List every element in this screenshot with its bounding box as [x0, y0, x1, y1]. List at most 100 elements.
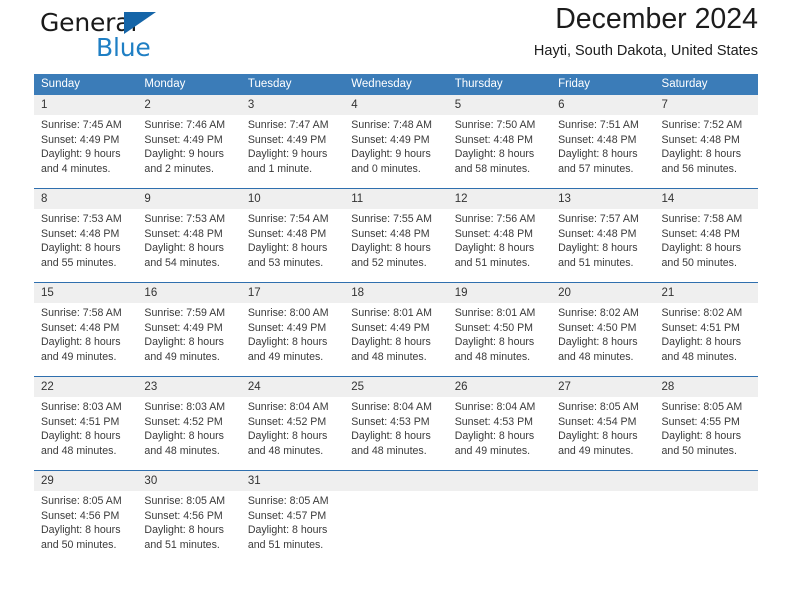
sunrise-text: Sunrise: 8:00 AM	[247, 307, 329, 319]
weekday-header-monday: Monday	[137, 74, 241, 95]
day-details: Sunrise: 7:53 AM Sunset: 4:48 PM Dayligh…	[137, 209, 241, 282]
day-number: 14	[654, 189, 758, 209]
day-cell[interactable]: 1 Sunrise: 7:45 AM Sunset: 4:49 PM Dayli…	[34, 95, 138, 189]
day-cell[interactable]: 22 Sunrise: 8:03 AM Sunset: 4:51 PM Dayl…	[34, 376, 138, 471]
day-number: 11	[344, 189, 448, 209]
sunrise-text: Sunrise: 8:03 AM	[144, 401, 226, 413]
day-number: 28	[654, 377, 758, 397]
sunset-text: Sunset: 4:48 PM	[558, 227, 637, 240]
sunset-text: Sunset: 4:48 PM	[41, 321, 120, 334]
day-cell[interactable]: 18 Sunrise: 8:01 AM Sunset: 4:49 PM Dayl…	[344, 282, 448, 377]
day-number: 21	[654, 283, 758, 303]
day-details: Sunrise: 8:04 AM Sunset: 4:52 PM Dayligh…	[240, 397, 345, 470]
day-cell[interactable]: 30 Sunrise: 8:05 AM Sunset: 4:56 PM Dayl…	[137, 470, 241, 564]
sunset-text: Sunset: 4:49 PM	[247, 321, 327, 334]
daylight-text-line1: Daylight: 8 hours	[144, 524, 224, 537]
day-details: Sunrise: 7:57 AM Sunset: 4:48 PM Dayligh…	[551, 209, 655, 282]
day-details	[654, 491, 758, 564]
day-cell[interactable]: 27 Sunrise: 8:05 AM Sunset: 4:54 PM Dayl…	[551, 376, 655, 471]
sunset-text: Sunset: 4:54 PM	[558, 415, 637, 428]
sunset-text: Sunset: 4:55 PM	[661, 415, 740, 428]
day-cell[interactable]: 16 Sunrise: 7:59 AM Sunset: 4:49 PM Dayl…	[137, 282, 241, 377]
day-number: 3	[240, 95, 345, 115]
sunset-text: Sunset: 4:48 PM	[661, 227, 740, 240]
day-details: Sunrise: 7:55 AM Sunset: 4:48 PM Dayligh…	[344, 209, 448, 282]
day-cell[interactable]: 13 Sunrise: 7:57 AM Sunset: 4:48 PM Dayl…	[551, 188, 655, 283]
daylight-text-line1: Daylight: 8 hours	[661, 242, 742, 255]
day-cell[interactable]: 2 Sunrise: 7:46 AM Sunset: 4:49 PM Dayli…	[137, 95, 241, 189]
day-cell[interactable]: 12 Sunrise: 7:56 AM Sunset: 4:48 PM Dayl…	[447, 188, 552, 283]
day-cell[interactable]: 24 Sunrise: 8:04 AM Sunset: 4:52 PM Dayl…	[240, 376, 345, 471]
day-number	[344, 471, 448, 491]
daylight-text-line1: Daylight: 8 hours	[351, 336, 431, 349]
day-cell[interactable]: 5 Sunrise: 7:50 AM Sunset: 4:48 PM Dayli…	[447, 95, 552, 189]
day-details: Sunrise: 8:03 AM Sunset: 4:51 PM Dayligh…	[34, 397, 138, 470]
sunrise-text: Sunrise: 8:02 AM	[661, 307, 743, 319]
day-details: Sunrise: 8:05 AM Sunset: 4:56 PM Dayligh…	[34, 491, 138, 564]
sunset-text: Sunset: 4:53 PM	[351, 415, 430, 428]
day-details: Sunrise: 7:47 AM Sunset: 4:49 PM Dayligh…	[240, 115, 345, 188]
daylight-text-line1: Daylight: 8 hours	[454, 242, 535, 255]
day-cell[interactable]: 15 Sunrise: 7:58 AM Sunset: 4:48 PM Dayl…	[34, 282, 138, 377]
daylight-text-line1: Daylight: 8 hours	[558, 148, 638, 161]
daylight-text-line1: Daylight: 8 hours	[144, 242, 224, 255]
sunrise-text: Sunrise: 8:05 AM	[558, 401, 639, 413]
day-details: Sunrise: 7:59 AM Sunset: 4:49 PM Dayligh…	[137, 303, 241, 376]
day-cell[interactable]: 10 Sunrise: 7:54 AM Sunset: 4:48 PM Dayl…	[240, 188, 345, 283]
day-cell[interactable]: 17 Sunrise: 8:00 AM Sunset: 4:49 PM Dayl…	[240, 282, 345, 377]
daylight-text-line1: Daylight: 8 hours	[247, 524, 328, 537]
daylight-text-line2: and 48 minutes.	[558, 350, 634, 363]
daylight-text-line1: Daylight: 8 hours	[41, 524, 121, 537]
sunrise-text: Sunrise: 8:04 AM	[454, 401, 536, 413]
day-cell[interactable]: 25 Sunrise: 8:04 AM Sunset: 4:53 PM Dayl…	[344, 376, 448, 471]
day-cell[interactable]: 14 Sunrise: 7:58 AM Sunset: 4:48 PM Dayl…	[654, 188, 758, 283]
daylight-text-line2: and 48 minutes.	[351, 444, 427, 457]
day-cell[interactable]: 8 Sunrise: 7:53 AM Sunset: 4:48 PM Dayli…	[34, 188, 138, 283]
sunrise-text: Sunrise: 8:05 AM	[144, 495, 226, 507]
day-details: Sunrise: 8:04 AM Sunset: 4:53 PM Dayligh…	[344, 397, 448, 470]
daylight-text-line2: and 49 minutes.	[558, 444, 634, 457]
day-cell[interactable]: 28 Sunrise: 8:05 AM Sunset: 4:55 PM Dayl…	[654, 376, 758, 471]
day-number: 6	[551, 95, 655, 115]
day-cell[interactable]: 26 Sunrise: 8:04 AM Sunset: 4:53 PM Dayl…	[447, 376, 552, 471]
day-cell[interactable]: 19 Sunrise: 8:01 AM Sunset: 4:50 PM Dayl…	[447, 282, 552, 377]
sunset-text: Sunset: 4:48 PM	[454, 227, 534, 240]
weekday-header-row: Sunday Monday Tuesday Wednesday Thursday…	[34, 74, 758, 95]
day-details: Sunrise: 7:46 AM Sunset: 4:49 PM Dayligh…	[137, 115, 241, 188]
sunrise-text: Sunrise: 8:05 AM	[661, 401, 743, 413]
day-cell[interactable]: 11 Sunrise: 7:55 AM Sunset: 4:48 PM Dayl…	[344, 188, 448, 283]
day-number	[447, 471, 552, 491]
sunrise-text: Sunrise: 7:58 AM	[661, 213, 743, 225]
daylight-text-line1: Daylight: 8 hours	[144, 336, 224, 349]
calendar-week-row: 29 Sunrise: 8:05 AM Sunset: 4:56 PM Dayl…	[34, 470, 758, 564]
day-cell[interactable]: 9 Sunrise: 7:53 AM Sunset: 4:48 PM Dayli…	[137, 188, 241, 283]
sunset-text: Sunset: 4:49 PM	[247, 133, 327, 146]
day-cell[interactable]: 23 Sunrise: 8:03 AM Sunset: 4:52 PM Dayl…	[137, 376, 241, 471]
day-cell[interactable]: 6 Sunrise: 7:51 AM Sunset: 4:48 PM Dayli…	[551, 95, 655, 189]
daylight-text-line2: and 2 minutes.	[144, 162, 214, 175]
day-number: 2	[137, 95, 241, 115]
daylight-text-line1: Daylight: 8 hours	[351, 430, 431, 443]
day-cell[interactable]: 20 Sunrise: 8:02 AM Sunset: 4:50 PM Dayl…	[551, 282, 655, 377]
sunrise-text: Sunrise: 7:56 AM	[454, 213, 536, 225]
day-cell[interactable]: 7 Sunrise: 7:52 AM Sunset: 4:48 PM Dayli…	[654, 95, 758, 189]
day-cell[interactable]: 29 Sunrise: 8:05 AM Sunset: 4:56 PM Dayl…	[34, 470, 138, 564]
day-cell[interactable]: 31 Sunrise: 8:05 AM Sunset: 4:57 PM Dayl…	[240, 470, 345, 564]
logo-triangle-icon	[124, 12, 156, 34]
sunset-text: Sunset: 4:49 PM	[144, 321, 223, 334]
day-details: Sunrise: 7:56 AM Sunset: 4:48 PM Dayligh…	[447, 209, 552, 282]
sunset-text: Sunset: 4:56 PM	[41, 509, 120, 522]
day-cell-empty	[654, 470, 758, 564]
daylight-text-line2: and 51 minutes.	[558, 256, 634, 269]
day-number: 15	[34, 283, 138, 303]
sunset-text: Sunset: 4:49 PM	[41, 133, 120, 146]
day-number: 13	[551, 189, 655, 209]
daylight-text-line1: Daylight: 8 hours	[558, 430, 638, 443]
day-cell[interactable]: 4 Sunrise: 7:48 AM Sunset: 4:49 PM Dayli…	[344, 95, 448, 189]
day-number: 18	[344, 283, 448, 303]
day-cell[interactable]: 3 Sunrise: 7:47 AM Sunset: 4:49 PM Dayli…	[240, 95, 345, 189]
day-details: Sunrise: 8:02 AM Sunset: 4:50 PM Dayligh…	[551, 303, 655, 376]
daylight-text-line2: and 52 minutes.	[351, 256, 427, 269]
sunrise-text: Sunrise: 8:05 AM	[41, 495, 122, 507]
day-cell[interactable]: 21 Sunrise: 8:02 AM Sunset: 4:51 PM Dayl…	[654, 282, 758, 377]
